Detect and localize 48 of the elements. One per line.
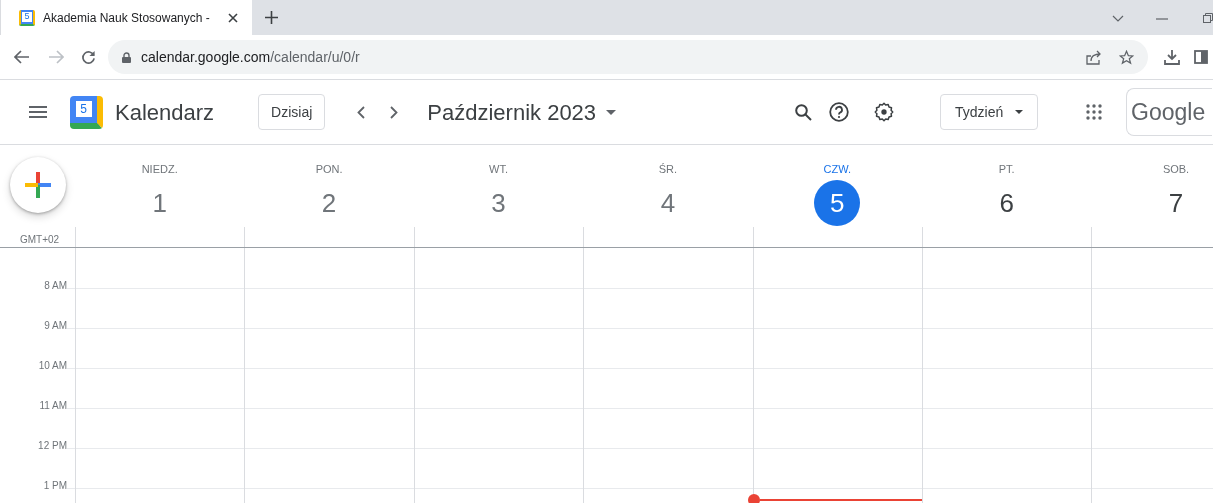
day-number[interactable]: 7	[1153, 180, 1200, 226]
favicon-icon: 5	[19, 9, 35, 26]
restore-icon[interactable]	[1203, 13, 1213, 23]
timezone-label: GMT+02	[20, 233, 60, 247]
chevron-down-icon[interactable]	[1112, 15, 1124, 22]
side-panel-icon[interactable]	[1194, 50, 1208, 64]
tab-title: Akademia Nauk Stosowanych -	[43, 9, 211, 27]
browser-tab[interactable]: 5 Akademia Nauk Stosowanych -	[0, 0, 252, 35]
period-title[interactable]: Październik 2023	[427, 95, 597, 129]
day-number[interactable]: 2	[306, 180, 353, 226]
new-tab-icon[interactable]	[265, 11, 278, 24]
share-icon[interactable]	[1086, 49, 1102, 65]
weekday-label: WT.	[489, 164, 508, 175]
chevron-right-icon[interactable]	[390, 105, 399, 119]
close-icon[interactable]	[228, 12, 238, 23]
back-icon[interactable]	[14, 50, 30, 64]
day-number[interactable]: 4	[644, 180, 691, 226]
calendar-logo-icon: 5	[70, 95, 103, 129]
weekday-label: PT.	[998, 164, 1015, 175]
account-button[interactable]: Google	[1126, 88, 1213, 136]
address-bar[interactable]: calendar.google.com/calendar/u/0/r	[108, 40, 1148, 74]
view-dropdown[interactable]: Tydzień	[940, 94, 1039, 130]
star-icon[interactable]	[1119, 49, 1134, 65]
dropdown-icon	[1015, 110, 1024, 114]
search-icon[interactable]	[795, 103, 813, 121]
lock-icon	[122, 51, 131, 63]
menu-icon[interactable]	[29, 106, 47, 118]
apps-grid-icon[interactable]	[1086, 104, 1103, 120]
weekday-label: CZW.	[823, 164, 851, 175]
download-icon[interactable]	[1164, 49, 1180, 65]
create-button[interactable]	[10, 157, 66, 213]
settings-icon[interactable]	[874, 102, 895, 122]
url-text: calendar.google.com/calendar/u/0/r	[141, 47, 360, 67]
chevron-left-icon[interactable]	[357, 105, 366, 119]
weekday-label: SOB.	[1162, 164, 1190, 175]
weekday-label: NIEDZ.	[141, 164, 178, 175]
weekday-label: ŚR.	[658, 164, 678, 175]
day-number[interactable]: 1	[136, 180, 183, 226]
reload-icon[interactable]	[81, 49, 96, 65]
day-number[interactable]: 5	[814, 180, 861, 226]
dropdown-icon[interactable]	[606, 109, 617, 115]
help-icon[interactable]	[829, 102, 850, 122]
plus-icon	[25, 172, 51, 198]
day-number[interactable]: 6	[983, 180, 1030, 226]
day-number[interactable]: 3	[475, 180, 522, 226]
weekday-label: PON.	[315, 164, 343, 175]
app-name: Kalendarz	[115, 98, 215, 127]
today-button[interactable]: Dzisiaj	[258, 94, 326, 130]
